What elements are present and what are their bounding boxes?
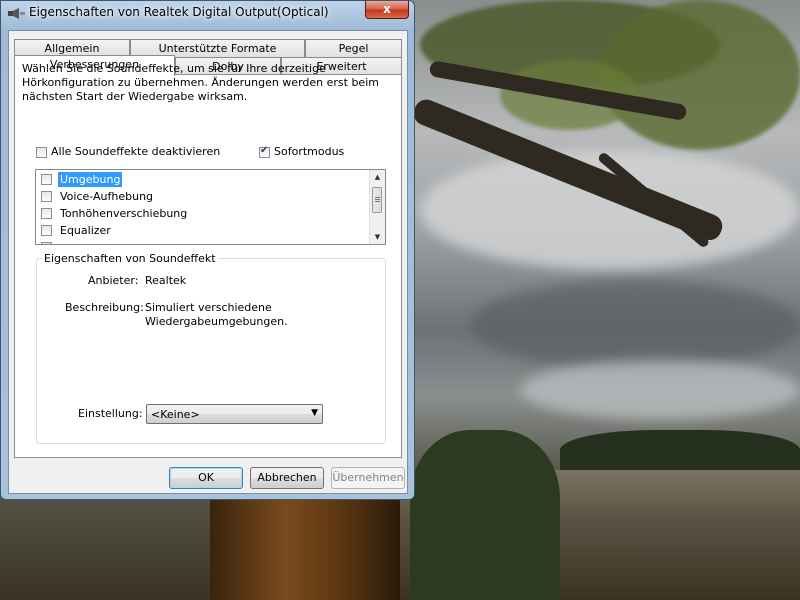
scroll-down-arrow-icon[interactable]: ▼ — [370, 230, 385, 244]
list-item-partial[interactable] — [41, 239, 361, 244]
effect-checkbox[interactable] — [41, 242, 52, 244]
effect-label[interactable]: Equalizer — [58, 223, 113, 238]
effect-properties-title: Eigenschaften von Soundeffekt — [42, 252, 218, 265]
setting-label: Einstellung: — [78, 407, 143, 420]
cancel-button[interactable]: Abbrechen — [250, 467, 324, 489]
speaker-icon — [8, 8, 25, 19]
provider-label: Anbieter: — [88, 274, 139, 287]
list-item-voice-aufhebung[interactable]: Voice-Aufhebung — [41, 188, 361, 205]
effect-label[interactable]: Tonhöhenverschiebung — [58, 206, 189, 221]
effect-checkbox[interactable] — [41, 208, 52, 219]
sound-properties-dialog: Eigenschaften von Realtek Digital Output… — [0, 0, 415, 500]
effect-checkbox[interactable] — [41, 225, 52, 236]
window-title: Eigenschaften von Realtek Digital Output… — [29, 5, 329, 19]
list-item-umgebung[interactable]: Umgebung — [41, 171, 361, 188]
scroll-up-arrow-icon[interactable]: ▲ — [370, 170, 385, 184]
sound-effects-list[interactable]: Umgebung Voice-Aufhebung Tonhöhenverschi… — [35, 169, 386, 245]
close-button[interactable]: x — [365, 1, 409, 19]
effect-label[interactable]: Umgebung — [58, 172, 123, 187]
effect-label[interactable]: Voice-Aufhebung — [58, 189, 155, 204]
title-bar: Eigenschaften von Realtek Digital Output… — [1, 1, 414, 27]
instructions-text: Wählen Sie die Soundeffekte, um sie für … — [22, 62, 379, 103]
tab-pegel[interactable]: Pegel — [305, 39, 402, 57]
description-label: Beschreibung: — [65, 301, 144, 314]
scroll-thumb[interactable] — [372, 187, 382, 213]
list-scrollbar[interactable]: ▲ ▼ — [369, 170, 385, 244]
setting-dropdown[interactable]: <Keine> ▼ — [146, 404, 323, 424]
effect-checkbox[interactable] — [41, 191, 52, 202]
disable-all-effects-label[interactable]: Alle Soundeffekte deaktivieren — [51, 145, 220, 158]
apply-button[interactable]: Übernehmen — [331, 467, 405, 489]
setting-dropdown-value: <Keine> — [151, 408, 200, 421]
disable-all-effects-checkbox[interactable] — [36, 147, 47, 158]
list-item-equalizer[interactable]: Equalizer — [41, 222, 361, 239]
description-value: Simuliert verschiedene Wiedergabeumgebun… — [145, 301, 288, 328]
ok-button[interactable]: OK — [169, 467, 243, 489]
instant-mode-label[interactable]: Sofortmodus — [274, 145, 344, 158]
effect-checkbox[interactable] — [41, 174, 52, 185]
list-item-tonhoehenverschiebung[interactable]: Tonhöhenverschiebung — [41, 205, 361, 222]
chevron-down-icon: ▼ — [311, 408, 318, 418]
provider-value: Realtek — [145, 274, 187, 287]
instant-mode-checkbox[interactable] — [259, 145, 270, 158]
